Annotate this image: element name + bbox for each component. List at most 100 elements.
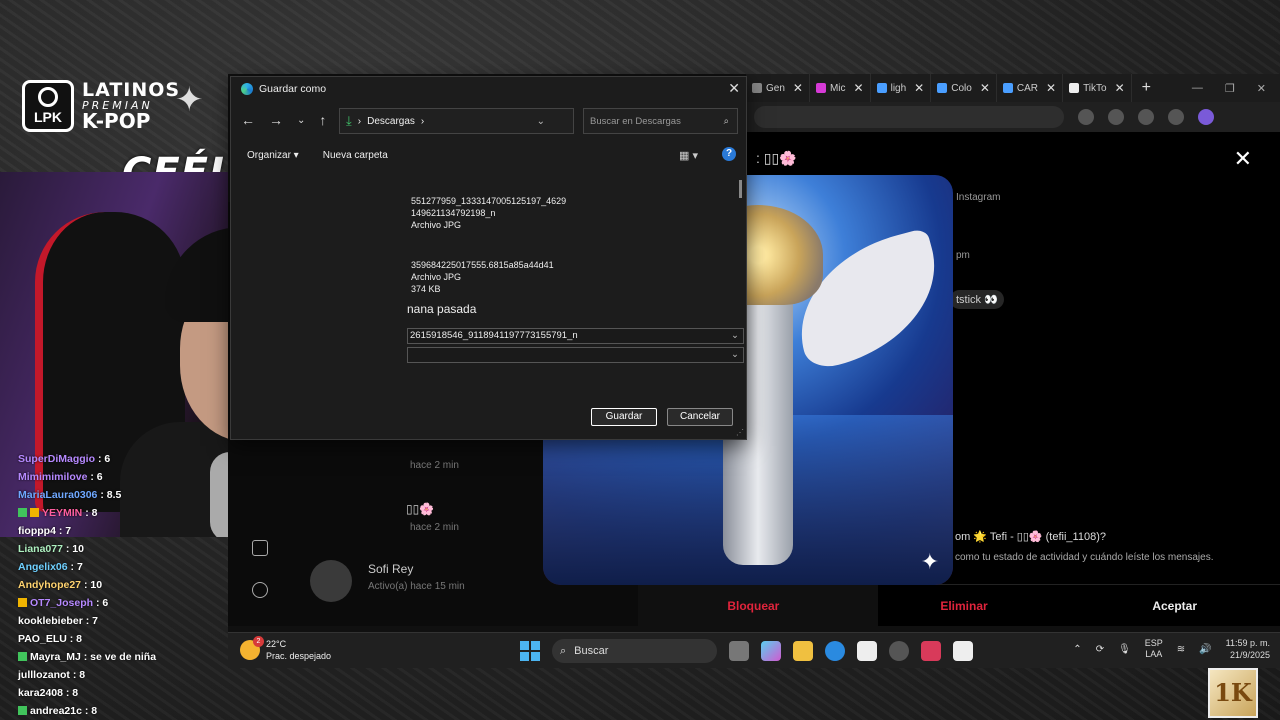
address-bar[interactable] [754,106,1064,128]
profile-avatar[interactable] [1138,109,1154,125]
taskbar-search[interactable]: ⌕ Buscar [552,639,717,663]
tab-label: Colo [951,82,972,94]
edge-icon [241,83,253,95]
close-tab-icon[interactable]: ✕ [914,81,924,95]
chat-text: : 7 [58,525,72,537]
chat-message: Angelix06 : 7 [18,558,208,576]
block-button[interactable]: Bloquear [648,599,859,613]
favorites-icon[interactable] [1108,109,1124,125]
edge-icon[interactable] [825,641,845,661]
chat-message: fioppp4 : 7 [18,522,208,540]
microphone-icon[interactable]: 🎙 [1118,644,1131,655]
sync-icon[interactable]: ⟳ [1096,644,1104,655]
filetype-select[interactable]: ⌄ [407,347,744,363]
capcut-icon[interactable] [953,641,973,661]
browser-tab[interactable]: Mic ✕ [810,74,871,102]
chevron-down-icon[interactable]: ⌄ [731,329,739,343]
path-bar[interactable]: ⤓ › Descargas › ⌄ ↻ [339,108,603,134]
corner-logo: 1K [1208,668,1258,718]
chevron-up-icon[interactable]: ⌃ [1073,644,1081,655]
accept-button[interactable]: Aceptar [1069,599,1280,613]
browser-tab[interactable]: CAR ✕ [997,74,1064,102]
wifi-icon[interactable]: ≋ [1177,644,1185,655]
browser-tab[interactable]: TikTo ✕ [1063,74,1132,102]
tab-label: Gen [766,82,785,94]
conversation-status: Activo(a) hace 15 min [368,581,465,592]
recent-dropdown-icon[interactable]: ⌄ [297,115,305,126]
close-tab-icon[interactable]: ✕ [854,81,864,95]
clock[interactable]: 11:59 p. m. 21/9/2025 [1226,637,1270,661]
copilot-icon[interactable] [1198,109,1214,125]
store-icon[interactable] [857,641,877,661]
forward-arrow-icon[interactable]: → [269,112,283,128]
chat-text: : 8.5 [100,489,122,501]
obs-icon[interactable] [889,641,909,661]
logo-badge-text: LPK [34,109,62,125]
file-item[interactable]: 359684225017555.6815a85a44d41 Archivo JP… [411,259,554,295]
browser-tab[interactable]: Gen ✕ [746,74,810,102]
chat-username: PAO_ELU [18,633,67,645]
browser-tab[interactable]: ligh ✕ [871,74,932,102]
file-name: 359684225017555.6815a85a44d41 [411,260,554,270]
filename-value: 2615918546_9118941197773155791_n [410,330,578,341]
volume-icon[interactable]: 🔊 [1199,644,1211,655]
dialog-close-icon[interactable]: ✕ [728,80,740,97]
system-tray: ⌃ ⟳ 🎙 ESP LAA ≋ 🔊 11:59 p. m. 21/9/2025 [1073,637,1270,661]
request-title: om 🌟 Tefi - ▯▯🌸 (tefii_1108)? [955,531,1106,543]
file-type: Archivo JPG [411,220,462,230]
resize-grip-icon[interactable]: ⋰ [736,428,744,437]
up-arrow-icon[interactable]: ↑ [319,112,326,128]
close-tab-icon[interactable]: ✕ [1046,81,1056,95]
snipping-tool-icon[interactable] [921,641,941,661]
chat-text: : 7 [70,561,83,573]
chat-text: : 8 [65,687,79,699]
filename-field[interactable]: 2615918546_9118941197773155791_n ⌄ [407,328,744,344]
extensions-icon[interactable] [1078,109,1094,125]
tab-label: CAR [1016,82,1038,94]
notification-badge: 2 [253,636,264,647]
path-dropdown-icon[interactable]: ⌄ [537,116,545,127]
file-item[interactable]: 551277959_1333147005125197_4629 14962113… [411,195,566,231]
close-window-icon[interactable]: ✕ [1257,82,1266,95]
tab-label: TikTo [1083,82,1107,94]
weather-widget[interactable]: 2 22°C Prac. despejado [240,636,331,662]
close-viewer-icon[interactable]: ✕ [1234,146,1252,172]
path-separator: › [420,115,425,127]
temperature: 22°C [266,639,287,649]
message-time: pm [956,250,970,261]
close-tab-icon[interactable]: ✕ [980,81,990,95]
close-tab-icon[interactable]: ✕ [1115,81,1125,95]
new-tab-button[interactable]: + [1132,79,1161,97]
file-explorer-icon[interactable] [793,641,813,661]
settings-cube-icon[interactable] [252,582,268,598]
path-folder[interactable]: Descargas [367,116,415,127]
copilot-icon[interactable] [761,641,781,661]
browser-tab[interactable]: Colo ✕ [931,74,997,102]
start-icon[interactable] [520,641,540,661]
chat-text: : 8 [72,669,86,681]
minimize-icon[interactable]: — [1192,82,1203,95]
weather-text: 22°C Prac. despejado [266,638,331,662]
view-options-icon[interactable]: ▦ ▾ [679,149,698,162]
back-arrow-icon[interactable]: ← [241,112,255,128]
language-indicator[interactable]: ESP LAA [1145,638,1163,660]
save-button[interactable]: Guardar [591,408,657,426]
search-input[interactable]: Buscar en Descargas ⌕ [583,108,738,134]
chat-username: julllozanot [18,669,70,681]
help-icon[interactable]: ? [722,147,736,161]
chat-username: fioppp4 [18,525,56,537]
new-folder-button[interactable]: Nueva carpeta [323,150,388,161]
settings-icon[interactable] [1168,109,1184,125]
chat-username: kara2408 [18,687,63,699]
delete-button[interactable]: Eliminar [859,599,1070,613]
cancel-button[interactable]: Cancelar [667,408,733,426]
organize-button[interactable]: Organizar ▾ [247,150,299,161]
restore-icon[interactable]: ❐ [1225,82,1235,95]
stats-icon[interactable] [252,540,268,556]
task-view-icon[interactable] [729,641,749,661]
chat-username: andrea21c [30,705,82,717]
file-list-scrollbar[interactable] [739,180,742,198]
vinyl-icon [38,87,58,107]
close-tab-icon[interactable]: ✕ [793,81,803,95]
chevron-down-icon[interactable]: ⌄ [731,348,739,362]
